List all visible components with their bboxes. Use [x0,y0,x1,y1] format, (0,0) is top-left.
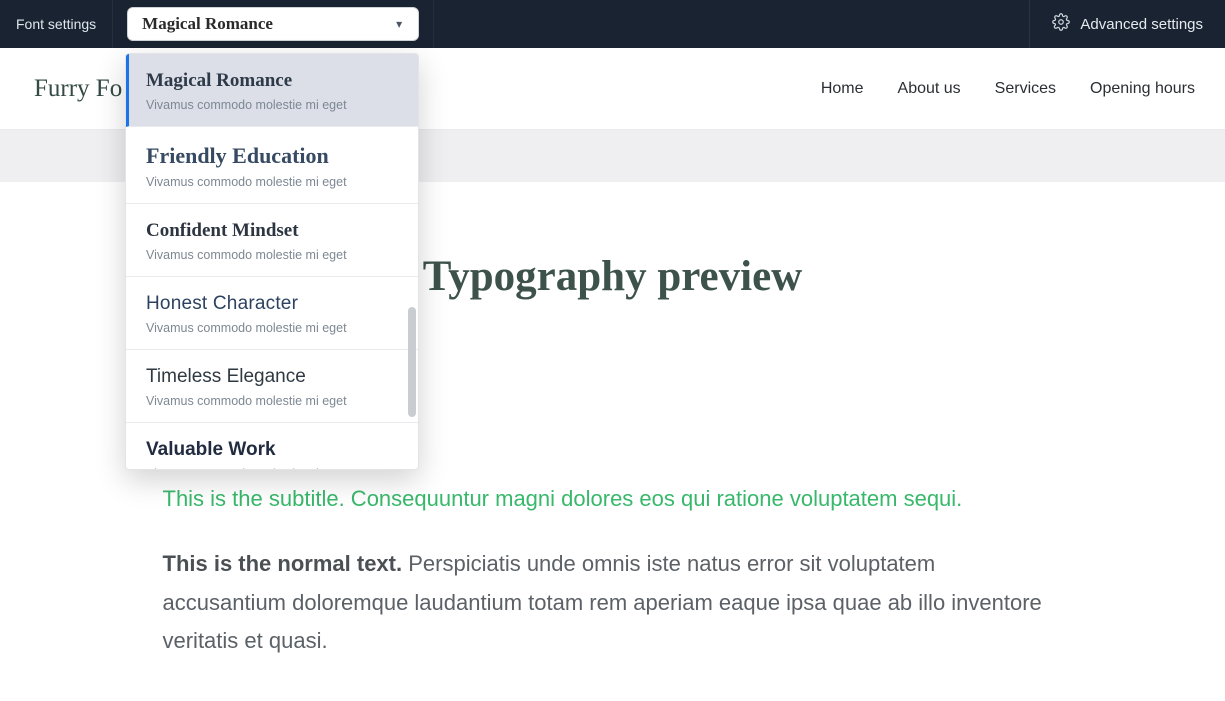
font-settings-text: Font settings [16,16,96,32]
nav-home[interactable]: Home [821,80,864,98]
advanced-settings-label: Advanced settings [1080,16,1203,33]
font-select-value: Magical Romance [142,14,273,34]
settings-toolbar: Font settings Magical Romance ▾ Advanced… [0,0,1225,48]
font-option[interactable]: Confident Mindset Vivamus commodo molesti… [126,204,418,277]
nav-about[interactable]: About us [898,80,961,98]
font-option[interactable]: Honest Character Vivamus commodo molestie… [126,277,418,350]
subtitle: This is the subtitle. Consequuntur magni… [163,482,1063,515]
font-settings-label: Font settings [0,0,113,48]
font-option-sample: Vivamus commodo molestie mi eget [146,175,398,189]
font-option[interactable]: Magical Romance Vivamus commodo molestie … [126,54,418,127]
font-select-container: Magical Romance ▾ [113,0,434,48]
dropdown-scrollbar[interactable] [408,307,416,417]
font-option-title: Magical Romance [146,70,398,92]
font-select[interactable]: Magical Romance ▾ [127,7,419,41]
font-option-sample: Vivamus commodo molestie mi eget [146,321,398,335]
font-option-sample: Vivamus commodo molestie mi eget [146,394,398,408]
font-option-title: Confident Mindset [146,220,398,242]
body-lead: This is the normal text. [163,551,403,576]
font-option[interactable]: Timeless Elegance Vivamus commodo molesti… [126,350,418,423]
body-text: This is the normal text. Perspiciatis un… [163,545,1063,661]
font-option-sample: Vivamus commodo molestie mi eget [146,467,398,469]
font-option-title: Timeless Elegance [146,366,398,388]
nav-services[interactable]: Services [995,80,1056,98]
font-option[interactable]: Valuable Work Vivamus commodo molestie mi… [126,423,418,469]
font-option-sample: Vivamus commodo molestie mi eget [146,248,398,262]
advanced-settings-button[interactable]: Advanced settings [1029,0,1225,48]
font-option-sample: Vivamus commodo molestie mi eget [146,98,398,112]
gear-icon [1052,13,1070,35]
font-dropdown: Magical Romance Vivamus commodo molestie … [125,53,419,470]
font-option-title: Friendly Education [146,143,398,169]
font-option-title: Valuable Work [146,439,398,461]
site-logo: Furry Fo [34,75,122,103]
nav-hours[interactable]: Opening hours [1090,80,1195,98]
font-option-title: Honest Character [146,293,398,315]
font-option[interactable]: Friendly Education Vivamus commodo molest… [126,127,418,204]
primary-nav: Home About us Services Opening hours [821,80,1195,98]
chevron-down-icon: ▾ [388,17,410,31]
